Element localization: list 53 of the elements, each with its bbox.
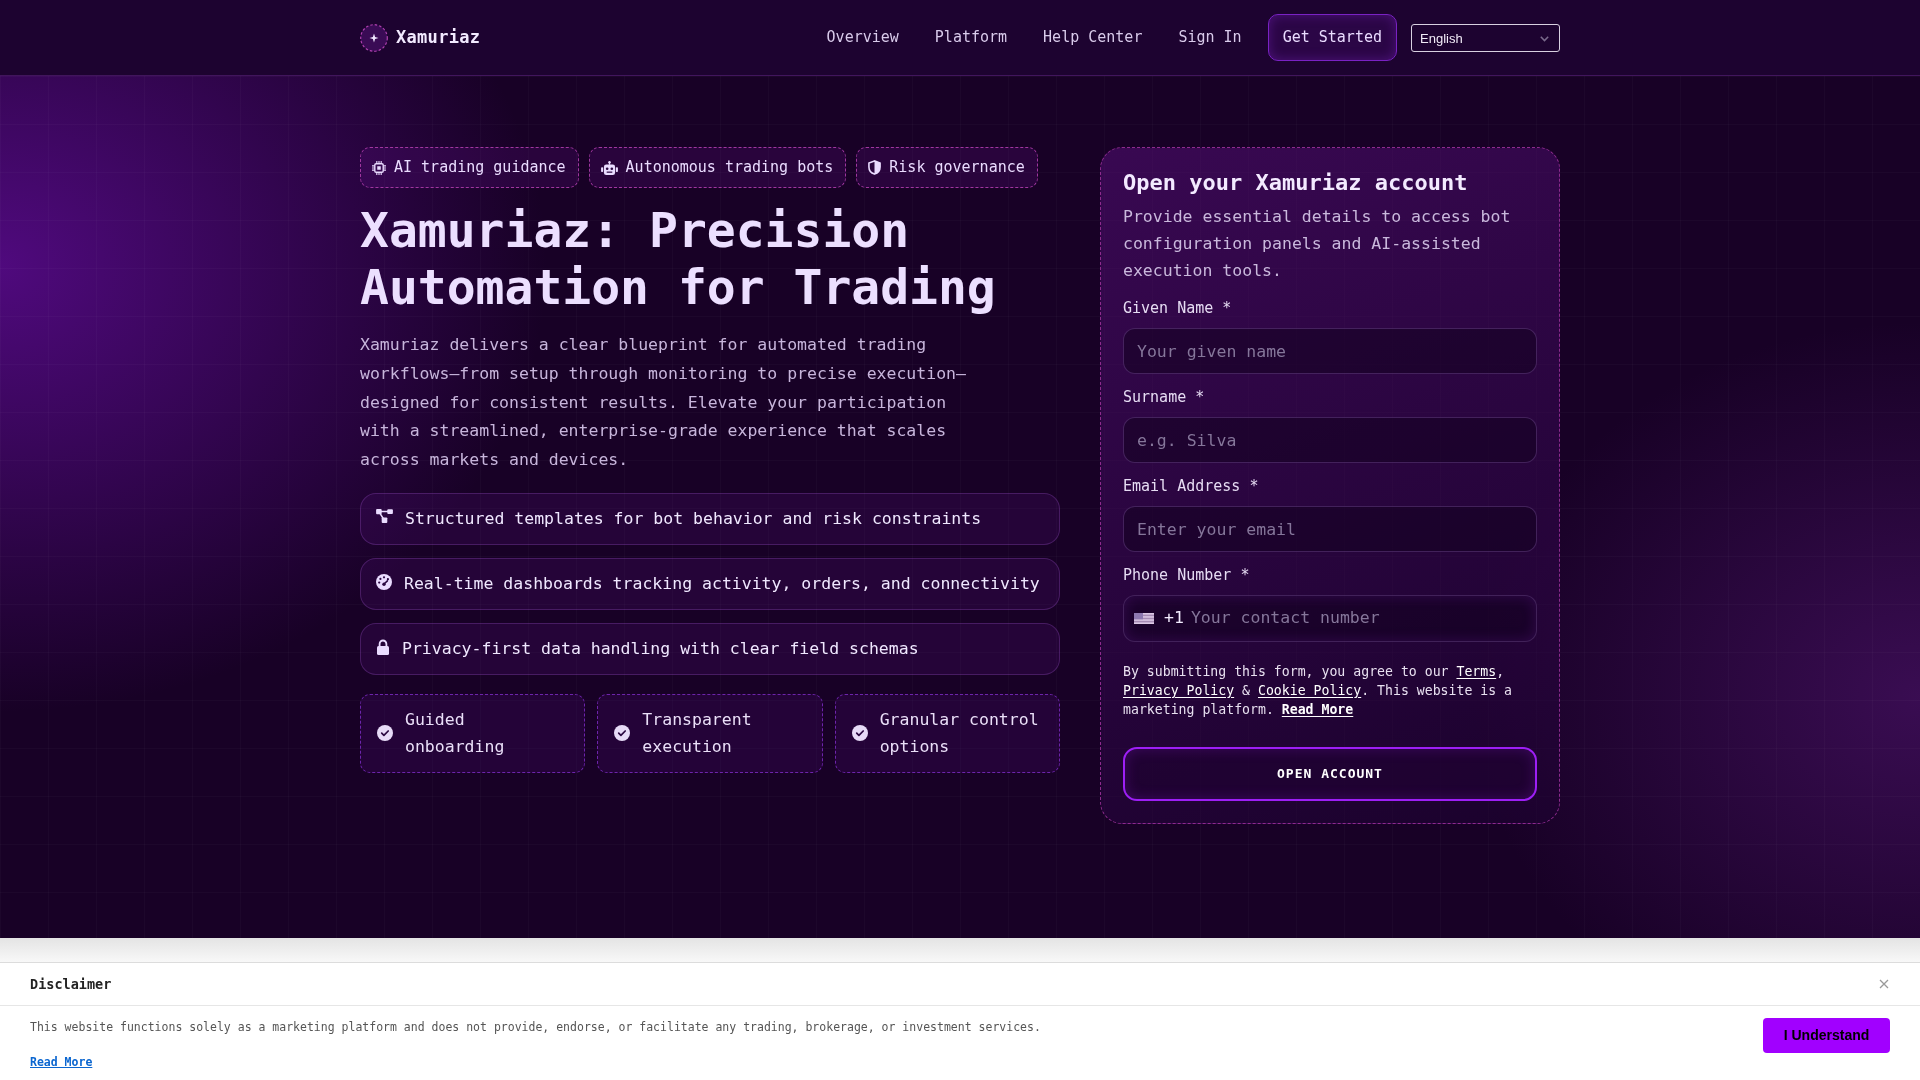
hero-title: Xamuriaz: Precision Automation for Trading xyxy=(360,202,997,316)
feature-text: Privacy-first data handling with clear field schemas xyxy=(402,638,919,660)
policy-link[interactable]: Terms xyxy=(1456,664,1497,679)
close-icon[interactable] xyxy=(1879,979,1889,989)
input-field[interactable]: Enter your email xyxy=(1123,506,1537,552)
tag-label: Risk governance xyxy=(889,157,1025,179)
check-circle-icon xyxy=(377,725,393,742)
language-select[interactable]: English xyxy=(1411,23,1560,52)
tag-label: AI trading guidance xyxy=(394,157,566,179)
brand-name[interactable]: Xamuriaz xyxy=(396,24,481,51)
read-more-link[interactable]: Read More xyxy=(1281,702,1354,717)
get-started-button[interactable]: Get Started xyxy=(1267,14,1397,61)
open-account-button[interactable]: OPEN ACCOUNT xyxy=(1123,747,1537,801)
tag-label: Autonomous trading bots xyxy=(625,157,834,179)
highlight-text: Transparent execution xyxy=(642,709,753,759)
logo-icon xyxy=(360,23,388,52)
policy-link[interactable]: Cookie Policy xyxy=(1258,683,1362,698)
chip-icon xyxy=(372,160,386,175)
form-title: Open your Xamuriaz account xyxy=(1123,169,1469,197)
hero-description: Xamuriaz delivers a clear blueprint for automated trading workflows—from setup through monitoring to precise execution—designed for consistent results. Elevate your participation with a streamlined, enterprise-grade experience that scales across markets and devices. xyxy=(360,334,967,472)
flag-icon xyxy=(1134,613,1154,624)
disclaimer-text: This website functions solely as a marketing platform and does not provide, endorse, or facilitate any trading, brokerage, or investment services. xyxy=(30,1019,1041,1035)
input-field[interactable]: e.g. Silva xyxy=(1123,417,1537,463)
gauge-icon xyxy=(376,574,392,590)
form-description: Provide essential details to access bot configuration panels and AI-assisted execution tools. xyxy=(1123,206,1512,282)
check-circle-icon xyxy=(614,725,631,742)
highlight-text: Guided onboarding xyxy=(405,709,506,759)
highlight-text: Granular control options xyxy=(879,709,1040,759)
field-label: Phone Number * xyxy=(1123,565,1251,585)
nav-link[interactable]: Help Center xyxy=(1043,26,1143,49)
chevron-icon xyxy=(1540,35,1549,42)
field-label: Email Address * xyxy=(1123,476,1260,496)
consent-text: By submitting this form, you agree to our Terms, Privacy Policy & Cookie Policy. This website is a marketing platform. Read More xyxy=(1123,663,1514,719)
read-more-link[interactable]: Read More xyxy=(30,1055,93,1069)
nav-link[interactable]: Platform xyxy=(934,26,1008,49)
nav-link[interactable]: Sign In xyxy=(1178,26,1242,49)
shield-icon xyxy=(868,160,882,175)
understand-button[interactable]: I Understand xyxy=(1763,1018,1890,1053)
feature-text: Structured templates for bot behavior and risk constraints xyxy=(405,508,982,530)
field-label: Surname * xyxy=(1123,387,1206,407)
field-label: Given Name * xyxy=(1123,298,1233,318)
phone-field[interactable]: +1 Your contact number xyxy=(1123,595,1537,642)
input-field[interactable]: Your given name xyxy=(1123,328,1537,374)
disclaimer-title: Disclaimer xyxy=(30,974,112,994)
diagram-icon xyxy=(376,509,393,523)
policy-link[interactable]: Privacy Policy xyxy=(1123,683,1235,698)
lock-icon xyxy=(376,639,390,655)
nav-link[interactable]: Overview xyxy=(826,26,899,49)
feature-text: Real-time dashboards tracking activity, orders, and connectivity xyxy=(404,573,1040,595)
check-circle-icon xyxy=(851,725,868,742)
dial-code: +1 xyxy=(1164,607,1184,630)
robot-icon xyxy=(600,160,618,175)
phone-input[interactable]: Your contact number xyxy=(1190,606,1526,631)
